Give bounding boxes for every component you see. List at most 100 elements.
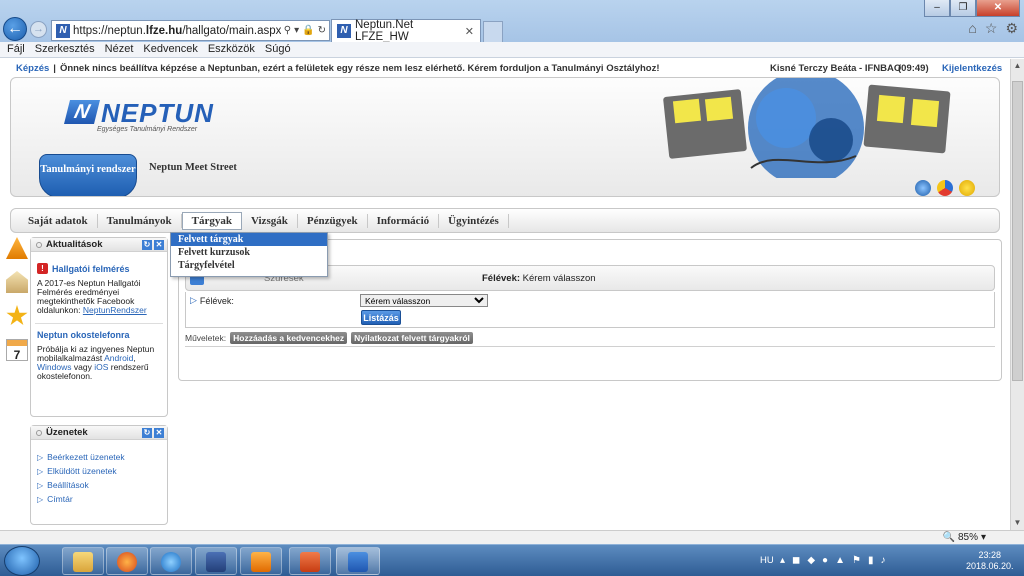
panel-refresh-icon[interactable]: ↻ (142, 427, 152, 438)
system-tab[interactable]: Tanulmányi rendszer (39, 154, 137, 196)
menu-favorites[interactable]: Kedvencek (138, 42, 202, 57)
tray-app-icon[interactable]: ◆ (807, 555, 815, 566)
panel-close-icon[interactable]: ✕ (154, 239, 164, 250)
menu-item-felvett-kurzusok[interactable]: Felvett kurzusok (171, 246, 327, 259)
menu-file[interactable]: Fájl (2, 42, 30, 57)
refresh-icon[interactable]: ↻ (318, 25, 326, 36)
menu-item-felvett-targyak[interactable]: Felvett tárgyak (171, 233, 327, 246)
globe-icon[interactable] (915, 180, 931, 196)
close-button[interactable]: ✕ (976, 0, 1020, 17)
lock-icon[interactable]: 🔒 (302, 25, 314, 36)
gear-icon[interactable]: ⚙ (1005, 20, 1018, 37)
zoom-control[interactable]: 🔍 85% ▾ (943, 532, 987, 543)
language-indicator[interactable]: HU (760, 555, 774, 566)
scroll-thumb[interactable] (1012, 81, 1023, 381)
tray-expand-icon[interactable]: ▴ (780, 555, 785, 566)
home-icon[interactable]: ⌂ (968, 20, 976, 37)
facebook-link[interactable]: NeptunRendszer (83, 305, 147, 315)
taskbar-ie[interactable] (150, 547, 192, 575)
window-controls: – ❐ ✕ (924, 0, 1020, 17)
taskbar-powerpoint[interactable] (289, 547, 331, 575)
menu-tools[interactable]: Eszközök (203, 42, 260, 57)
color-scheme-icon[interactable] (937, 180, 953, 196)
menu-view[interactable]: Nézet (100, 42, 139, 57)
flag-icon[interactable]: ⚑ (852, 555, 861, 566)
menu-edit[interactable]: Szerkesztés (30, 42, 100, 57)
taskbar-save[interactable] (195, 547, 237, 575)
arrow-icon: ▷ (190, 295, 197, 305)
header-decoration (663, 78, 951, 178)
scroll-down-icon[interactable]: ▼ (1011, 516, 1024, 530)
actions-label: Műveletek: (185, 333, 227, 343)
tray-app-icon[interactable]: ▲ (835, 555, 845, 566)
actions-bar: Műveletek: Hozzáadás a kedvencekhez Nyil… (185, 332, 473, 344)
panel-refresh-icon[interactable]: ↻ (142, 239, 152, 250)
favorites-star-icon[interactable]: ☆ (985, 20, 998, 37)
volume-icon[interactable]: ♪ (880, 555, 885, 566)
page-scrollbar[interactable]: ▲ ▼ (1010, 59, 1024, 530)
new-tab-button[interactable] (483, 21, 503, 42)
declaration-button[interactable]: Nyilatkozat felvett tárgyakról (351, 332, 473, 344)
tab-title: Neptun.Net LFZE_HW (355, 19, 414, 43)
list-item[interactable]: ▷ Elküldött üzenetek (37, 464, 167, 478)
menu-item-targyfelvetel[interactable]: Tárgyfelvétel (171, 259, 327, 272)
browser-tab[interactable]: N Neptun.Net LFZE_HW ✕ (331, 19, 481, 43)
tab-close-icon[interactable]: ✕ (465, 25, 474, 38)
taskbar-firefox[interactable] (106, 547, 148, 575)
nav-penzugyek[interactable]: Pénzügyek (298, 213, 368, 228)
messages-panel-title: Üzenetek (46, 427, 88, 438)
accessibility-icon[interactable] (959, 180, 975, 196)
nav-vizsgak[interactable]: Vizsgák (242, 213, 298, 228)
nav-tanulmanyok[interactable]: Tanulmányok (98, 213, 182, 228)
list-button[interactable]: Listázás (361, 310, 401, 325)
left-icon-strip: 7 (6, 237, 30, 373)
session-timer: (09:49) (898, 62, 929, 74)
logout-link[interactable]: Kijelentkezés (942, 63, 1002, 74)
address-bar[interactable]: N https://neptun.lfze.hu/hallgato/main.a… (51, 20, 330, 41)
news-item-title[interactable]: Neptun okostelefonra (31, 330, 167, 340)
arrow-icon: ▷ (37, 466, 44, 476)
list-item[interactable]: ▷ Címtár (37, 492, 167, 506)
nav-informacio[interactable]: Információ (368, 213, 440, 228)
nav-sajat-adatok[interactable]: Saját adatok (19, 213, 98, 228)
nav-ugyintezes[interactable]: Ügyintézés (439, 213, 509, 228)
menu-help[interactable]: Súgó (260, 42, 296, 57)
clock[interactable]: 23:28 2018.06.20. (966, 550, 1014, 572)
panel-close-icon[interactable]: ✕ (154, 427, 164, 438)
taskbar-explorer[interactable] (62, 547, 104, 575)
ios-link[interactable]: iOS (94, 362, 108, 372)
scroll-up-icon[interactable]: ▲ (1011, 59, 1024, 73)
tray-app-icon[interactable]: ● (822, 555, 828, 566)
back-button[interactable]: ← (3, 17, 27, 41)
list-item[interactable]: ▷ Beállítások (37, 478, 167, 492)
tray-app-icon[interactable]: ◼ (792, 555, 800, 566)
address-text[interactable]: https://neptun.lfze.hu/hallgato/main.asp… (73, 25, 281, 37)
list-item[interactable]: ▷ Beérkezett üzenetek (37, 450, 167, 464)
notice-separator: | (53, 62, 56, 74)
start-button[interactable] (4, 546, 40, 576)
search-icon[interactable]: ⚲ (284, 25, 291, 36)
logo-subtitle: Egységes Tanulmányi Rendszer (97, 126, 198, 133)
add-to-favorites-button[interactable]: Hozzáadás a kedvencekhez (230, 332, 348, 344)
filter-box: ▷ Félévek: Kérem válasszon Listázás (185, 292, 995, 328)
divider (35, 323, 163, 324)
taskbar-neptun[interactable] (336, 547, 380, 575)
forward-button[interactable]: → (30, 21, 47, 38)
dropdown-arrow-icon[interactable]: ▾ (294, 25, 299, 36)
calendar-icon[interactable]: 7 (6, 339, 28, 362)
home-icon[interactable] (6, 271, 28, 293)
letter-a-icon[interactable] (6, 237, 28, 259)
minimize-button[interactable]: – (924, 0, 950, 17)
news-panel: Aktualitások ↻ ✕ ! Hallgatói felmérés A … (30, 237, 168, 417)
news-item-title[interactable]: Hallgatói felmérés (52, 264, 130, 274)
nav-targyak[interactable]: Tárgyak (181, 211, 242, 230)
network-icon[interactable]: ▮ (868, 555, 874, 566)
taskbar-media[interactable] (240, 547, 282, 575)
restore-button[interactable]: ❐ (950, 0, 976, 17)
semester-select[interactable]: Kérem válasszon (360, 294, 488, 307)
meet-street-link[interactable]: Neptun Meet Street (149, 162, 237, 173)
kepzes-link[interactable]: Képzés (16, 63, 49, 74)
zoom-icon: 🔍 (942, 532, 955, 543)
divider (185, 346, 995, 347)
star-icon[interactable] (6, 305, 28, 326)
